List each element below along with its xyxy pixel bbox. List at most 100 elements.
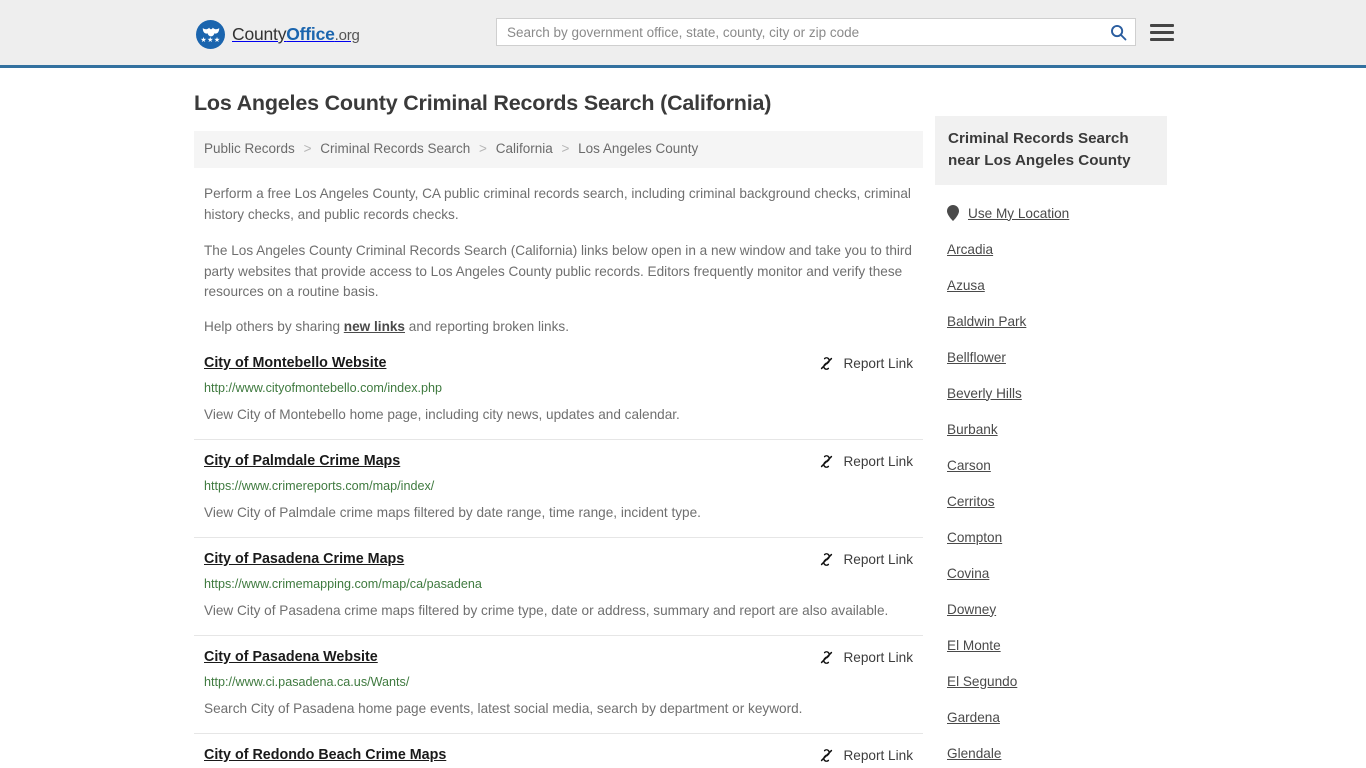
report-link-button[interactable]: Report Link — [818, 354, 913, 372]
result-item: City of Pasadena Crime Maps Report Link — [194, 550, 923, 636]
share-text-before: Help others by sharing — [204, 318, 344, 334]
site-header: ★★★ CountyOffice.org — [0, 0, 1366, 68]
sidebar-item-label: Gardena — [947, 709, 1000, 725]
menu-bar-3 — [1150, 37, 1174, 41]
report-link-button[interactable]: Report Link — [818, 550, 913, 568]
sidebar-item-label: Baldwin Park — [947, 313, 1027, 329]
sidebar-heading: Criminal Records Search near Los Angeles… — [935, 116, 1167, 185]
result-url: http://www.cityofmontebello.com/index.ph… — [204, 381, 443, 395]
logo-text-tld: .org — [334, 27, 360, 44]
result-item: City of Montebello Website Report Link h… — [194, 354, 923, 440]
report-link-label: Report Link — [843, 454, 913, 469]
result-title-link[interactable]: City of Pasadena Crime Maps — [204, 550, 404, 569]
intro-section: Perform a free Los Angeles County, CA pu… — [194, 184, 923, 337]
report-link-label: Report Link — [843, 650, 913, 665]
breadcrumb-separator: > — [561, 141, 570, 156]
sidebar-item-label: Downey — [947, 601, 997, 617]
logo-text-county: County — [232, 24, 287, 44]
sidebar-item-arcadia[interactable]: Arcadia — [947, 231, 1167, 267]
menu-bar-1 — [1150, 23, 1174, 27]
result-url: https://www.crimereports.com/map/index/ — [204, 479, 435, 493]
result-header: City of Palmdale Crime Maps Report Link — [204, 452, 913, 471]
eagle-glyph — [202, 27, 219, 37]
sidebar-item-el-segundo[interactable]: El Segundo — [947, 663, 1167, 699]
sidebar-item-label: Burbank — [947, 421, 998, 437]
report-link-button[interactable]: Report Link — [818, 746, 913, 764]
result-item: City of Palmdale Crime Maps Report Link — [194, 452, 923, 538]
sidebar-item-label: Compton — [947, 529, 1003, 545]
page-body: Los Angeles County Criminal Records Sear… — [0, 90, 1366, 768]
sidebar-item-label: Glendale — [947, 745, 1002, 761]
report-link-button[interactable]: Report Link — [818, 648, 913, 666]
logo-text-office: Office — [286, 24, 335, 44]
sidebar-item-glendale[interactable]: Glendale — [947, 735, 1167, 768]
result-item: City of Pasadena Website Report Link htt… — [194, 648, 923, 734]
search-bar — [496, 18, 1136, 46]
sidebar-item-downey[interactable]: Downey — [947, 591, 1167, 627]
result-header: City of Pasadena Crime Maps Report Link — [204, 550, 913, 569]
sidebar: Criminal Records Search near Los Angeles… — [935, 116, 1167, 768]
result-description: Search City of Pasadena home page events… — [204, 701, 803, 716]
result-title-link[interactable]: City of Pasadena Website — [204, 648, 378, 667]
breadcrumb-separator: > — [479, 141, 487, 156]
menu-bar-2 — [1150, 30, 1174, 34]
sidebar-item-cerritos[interactable]: Cerritos — [947, 483, 1167, 519]
intro-paragraph-1: Perform a free Los Angeles County, CA pu… — [204, 186, 911, 222]
sidebar-item-gardena[interactable]: Gardena — [947, 699, 1167, 735]
sidebar-item-azusa[interactable]: Azusa — [947, 267, 1167, 303]
share-text-after: and reporting broken links. — [405, 318, 569, 334]
breadcrumb-item-california[interactable]: California — [496, 141, 553, 156]
result-description: View City of Palmdale crime maps filtere… — [204, 505, 701, 520]
result-title-link[interactable]: City of Montebello Website — [204, 354, 386, 373]
site-logo[interactable]: ★★★ CountyOffice.org — [196, 20, 360, 49]
report-link-label: Report Link — [843, 356, 913, 371]
sidebar-item-beverly-hills[interactable]: Beverly Hills — [947, 375, 1167, 411]
sidebar-item-label: Bellflower — [947, 349, 1006, 365]
broken-link-icon — [821, 749, 833, 762]
result-item: City of Redondo Beach Crime Maps Report … — [194, 746, 923, 768]
report-link-label: Report Link — [843, 552, 913, 567]
result-title-link[interactable]: City of Palmdale Crime Maps — [204, 452, 400, 471]
main-column: Public Records > Criminal Records Search… — [194, 116, 923, 768]
result-description: View City of Montebello home page, inclu… — [204, 407, 680, 422]
result-description: View City of Pasadena crime maps filtere… — [204, 603, 889, 618]
sidebar-item-carson[interactable]: Carson — [947, 447, 1167, 483]
sidebar-city-list: Use My Location Arcadia Azusa Baldwin Pa… — [935, 195, 1167, 768]
broken-link-icon — [821, 651, 833, 664]
map-pin-icon — [947, 205, 959, 221]
result-title-link[interactable]: City of Redondo Beach Crime Maps — [204, 746, 446, 765]
sidebar-item-label: Cerritos — [947, 493, 995, 509]
breadcrumb-item-public-records[interactable]: Public Records — [204, 141, 295, 156]
search-button[interactable] — [1101, 19, 1135, 45]
site-logo-text: CountyOffice.org — [232, 24, 360, 45]
report-link-button[interactable]: Report Link — [818, 452, 913, 470]
sidebar-item-label: Use My Location — [968, 205, 1070, 221]
broken-link-icon — [821, 357, 833, 370]
breadcrumb-item-los-angeles-county[interactable]: Los Angeles County — [578, 141, 698, 156]
sidebar-item-el-monte[interactable]: El Monte — [947, 627, 1167, 663]
result-header: City of Montebello Website Report Link — [204, 354, 913, 373]
sidebar-item-baldwin-park[interactable]: Baldwin Park — [947, 303, 1167, 339]
sidebar-item-label: Covina — [947, 565, 990, 581]
search-input[interactable] — [497, 19, 1101, 45]
new-links-link[interactable]: new links — [344, 319, 405, 334]
sidebar-item-burbank[interactable]: Burbank — [947, 411, 1167, 447]
sidebar-item-bellflower[interactable]: Bellflower — [947, 339, 1167, 375]
result-header: City of Pasadena Website Report Link — [204, 648, 913, 667]
broken-link-icon — [821, 455, 833, 468]
hamburger-menu-icon[interactable] — [1150, 20, 1174, 44]
eagle-seal-icon: ★★★ — [196, 20, 225, 49]
sidebar-item-label: El Segundo — [947, 673, 1018, 689]
result-url: http://www.ci.pasadena.ca.us/Wants/ — [204, 675, 410, 689]
result-header: City of Redondo Beach Crime Maps Report … — [204, 746, 913, 765]
breadcrumb: Public Records > Criminal Records Search… — [194, 131, 923, 168]
sidebar-item-label: Azusa — [947, 277, 985, 293]
sidebar-item-label: Carson — [947, 457, 991, 473]
sidebar-item-covina[interactable]: Covina — [947, 555, 1167, 591]
result-url: https://www.crimemapping.com/map/ca/pasa… — [204, 577, 482, 591]
content-columns: Public Records > Criminal Records Search… — [194, 116, 1178, 768]
sidebar-item-compton[interactable]: Compton — [947, 519, 1167, 555]
breadcrumb-separator: > — [303, 141, 312, 156]
sidebar-item-use-my-location[interactable]: Use My Location — [947, 195, 1167, 231]
breadcrumb-item-criminal-records-search[interactable]: Criminal Records Search — [320, 141, 470, 156]
